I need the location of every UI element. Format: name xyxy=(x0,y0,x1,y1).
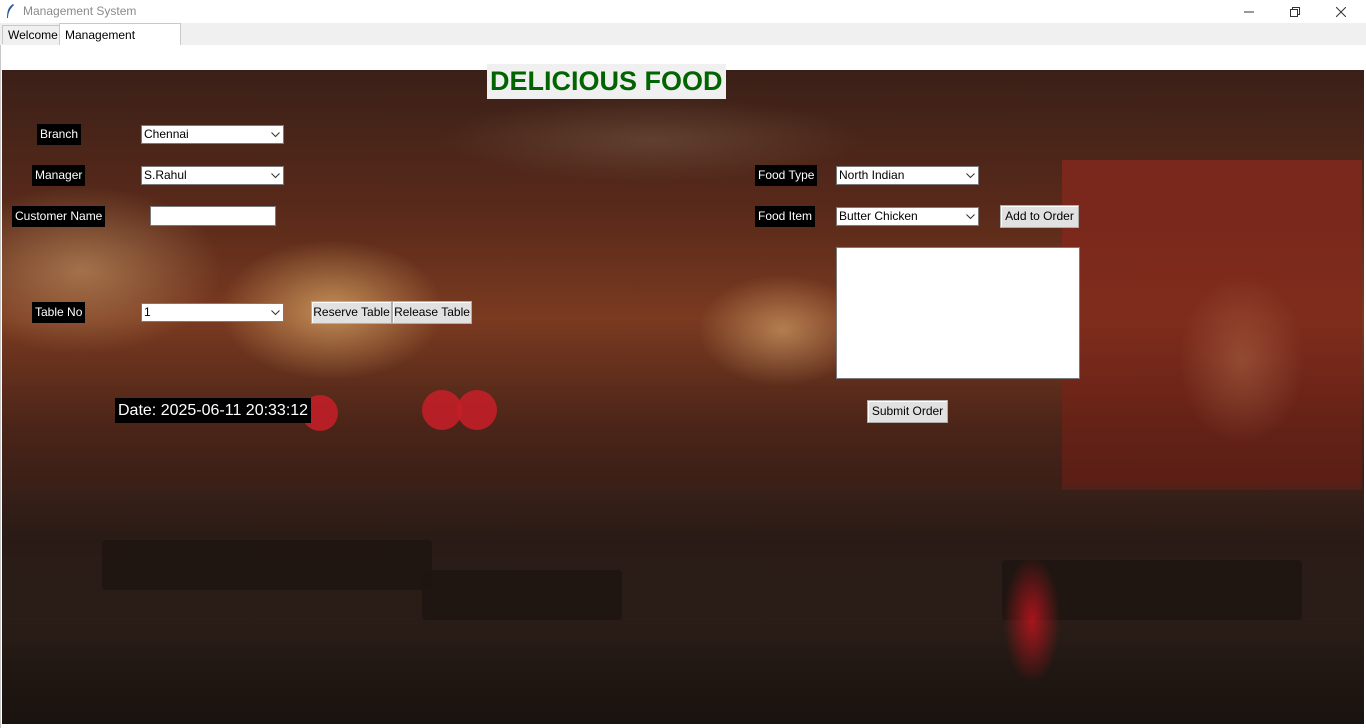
order-list[interactable] xyxy=(836,247,1080,379)
tab-welcome[interactable]: Welcome xyxy=(2,25,60,44)
release-table-button[interactable]: Release Table xyxy=(392,301,472,324)
management-frame: DELICIOUS FOOD Branch Chennai Manager S.… xyxy=(0,45,1366,728)
add-to-order-button[interactable]: Add to Order xyxy=(1000,205,1079,228)
scene-wall xyxy=(1062,160,1362,490)
chevron-down-icon[interactable] xyxy=(964,208,976,225)
customer-name-input[interactable] xyxy=(150,206,276,226)
title-bar: Management System xyxy=(0,0,1366,23)
chevron-down-icon[interactable] xyxy=(269,304,281,321)
reserve-table-button[interactable]: Reserve Table xyxy=(311,301,392,324)
close-button[interactable] xyxy=(1318,0,1364,23)
table-no-label: Table No xyxy=(32,302,86,323)
table-no-value: 1 xyxy=(144,305,151,319)
window-title: Management System xyxy=(23,4,137,18)
food-type-select[interactable]: North Indian xyxy=(836,166,979,185)
table-no-select[interactable]: 1 xyxy=(141,303,284,322)
manager-label: Manager xyxy=(32,165,86,186)
minimize-button[interactable] xyxy=(1226,0,1272,23)
close-icon xyxy=(1336,6,1346,17)
page-heading: DELICIOUS FOOD xyxy=(487,64,726,99)
feather-icon xyxy=(5,3,15,19)
branch-select[interactable]: Chennai xyxy=(141,125,284,144)
restore-button[interactable] xyxy=(1272,0,1318,23)
branch-value: Chennai xyxy=(144,127,189,141)
branch-label: Branch xyxy=(37,124,82,145)
tab-management-system[interactable]: Management System xyxy=(59,23,181,64)
food-item-select[interactable]: Butter Chicken xyxy=(836,207,979,226)
scene-decor xyxy=(422,390,462,430)
customer-name-label: Customer Name xyxy=(12,206,106,227)
tab-bar: Welcome Management System xyxy=(0,23,1366,64)
chevron-down-icon[interactable] xyxy=(269,167,281,184)
food-item-value: Butter Chicken xyxy=(839,209,918,223)
chevron-down-icon[interactable] xyxy=(269,126,281,143)
manager-select[interactable]: S.Rahul xyxy=(141,166,284,185)
scene-table xyxy=(102,540,432,590)
minimize-icon xyxy=(1244,7,1254,17)
scene-decor xyxy=(457,390,497,430)
chevron-down-icon[interactable] xyxy=(964,167,976,184)
manager-value: S.Rahul xyxy=(144,168,187,182)
submit-order-button[interactable]: Submit Order xyxy=(867,400,948,423)
food-item-label: Food Item xyxy=(755,206,816,227)
scene-person xyxy=(987,510,1077,710)
restore-icon xyxy=(1290,6,1300,17)
scene-table xyxy=(422,570,622,620)
date-time-display: Date: 2025-06-11 20:33:12 xyxy=(115,398,312,423)
food-type-label: Food Type xyxy=(755,165,818,186)
food-type-value: North Indian xyxy=(839,168,905,182)
